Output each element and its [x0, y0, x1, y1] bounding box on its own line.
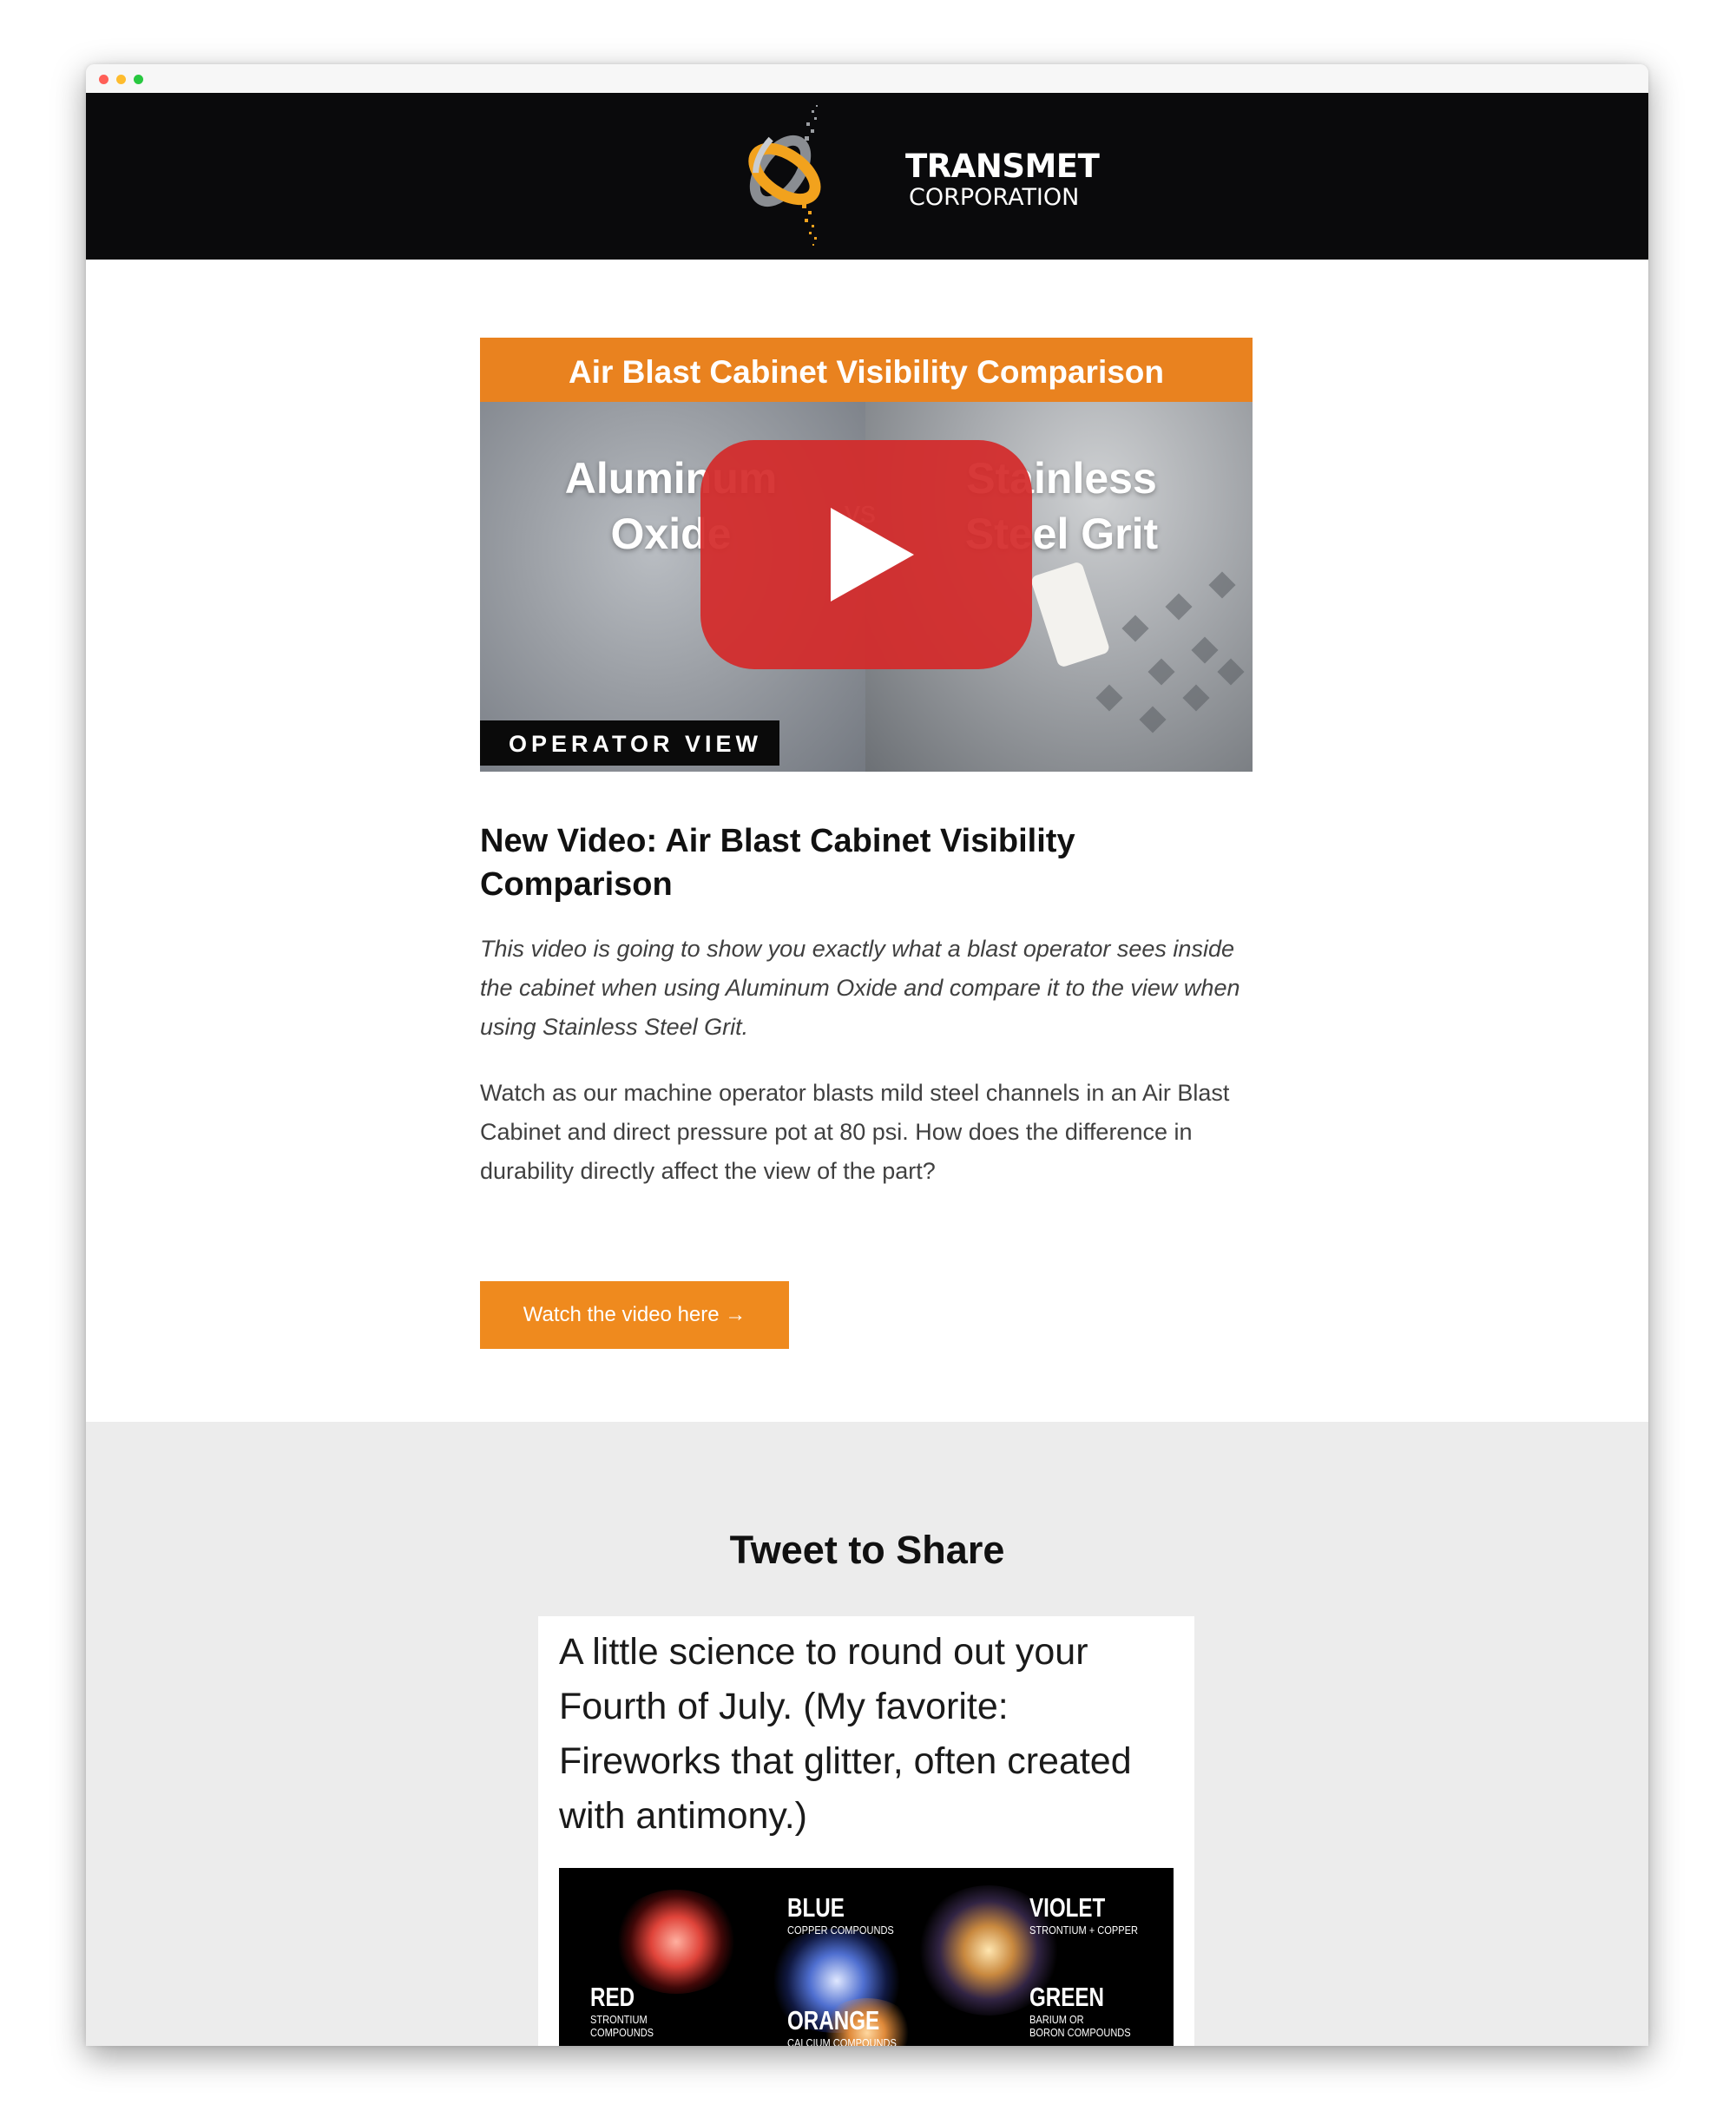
transmet-logo[interactable]: TRANSMET CORPORATION	[728, 100, 1100, 253]
browser-window: TRANSMET CORPORATION Air Blast Cabinet V…	[86, 64, 1648, 2046]
fireworks-image[interactable]: RED STRONTIUM COMPOUNDS BLUE COPPER COMP…	[559, 1868, 1174, 2046]
article-headline: New Video: Air Blast Cabinet Visibility …	[480, 819, 1261, 906]
email-content: Air Blast Cabinet Visibility Comparison	[86, 260, 1648, 1422]
logo-line-2: CORPORATION	[909, 184, 1080, 211]
blue-label: BLUE COPPER COMPOUNDS	[787, 1892, 894, 1937]
article-body: Watch as our machine operator blasts mil…	[480, 1080, 1230, 1184]
tweet-text: A little science to round out your Fourt…	[559, 1631, 1132, 1837]
video-banner-title: Air Blast Cabinet Visibility Comparison	[480, 338, 1253, 402]
red-label: RED STRONTIUM COMPOUNDS	[590, 1982, 654, 2039]
violet-label: VIOLET STRONTIUM + COPPER	[1029, 1892, 1138, 1937]
tweet-share-section: Tweet to Share A little science to round…	[86, 1422, 1648, 2046]
minimize-window-button[interactable]	[116, 75, 126, 84]
transmet-logo-mark-icon	[748, 105, 821, 246]
article: New Video: Air Blast Cabinet Visibility …	[480, 819, 1261, 1191]
article-lead: This video is going to show you exactly …	[480, 936, 1240, 1040]
watch-video-button[interactable]: Watch the video here →	[480, 1281, 789, 1349]
video-thumbnail[interactable]: Air Blast Cabinet Visibility Comparison	[480, 338, 1253, 772]
share-title: Tweet to Share	[729, 1528, 1005, 1572]
maximize-window-button[interactable]	[134, 75, 143, 84]
logo-wordmark: TRANSMET CORPORATION	[905, 148, 1100, 211]
operator-view-tag: OPERATOR VIEW	[480, 720, 779, 766]
red-firework	[611, 1890, 741, 1994]
orange-label: ORANGE CALCIUM COMPOUNDS	[787, 2005, 897, 2046]
window-titlebar	[86, 64, 1648, 93]
logo-line-1: TRANSMET	[905, 148, 1100, 185]
close-window-button[interactable]	[99, 75, 108, 84]
headline-bold: New Video	[480, 823, 647, 859]
email-header: TRANSMET CORPORATION	[86, 93, 1648, 260]
green-label: GREEN BARIUM OR BORON COMPOUNDS	[1029, 1982, 1131, 2039]
tweet-card[interactable]: A little science to round out your Fourt…	[538, 1616, 1194, 2046]
youtube-play-icon[interactable]	[700, 440, 1032, 669]
